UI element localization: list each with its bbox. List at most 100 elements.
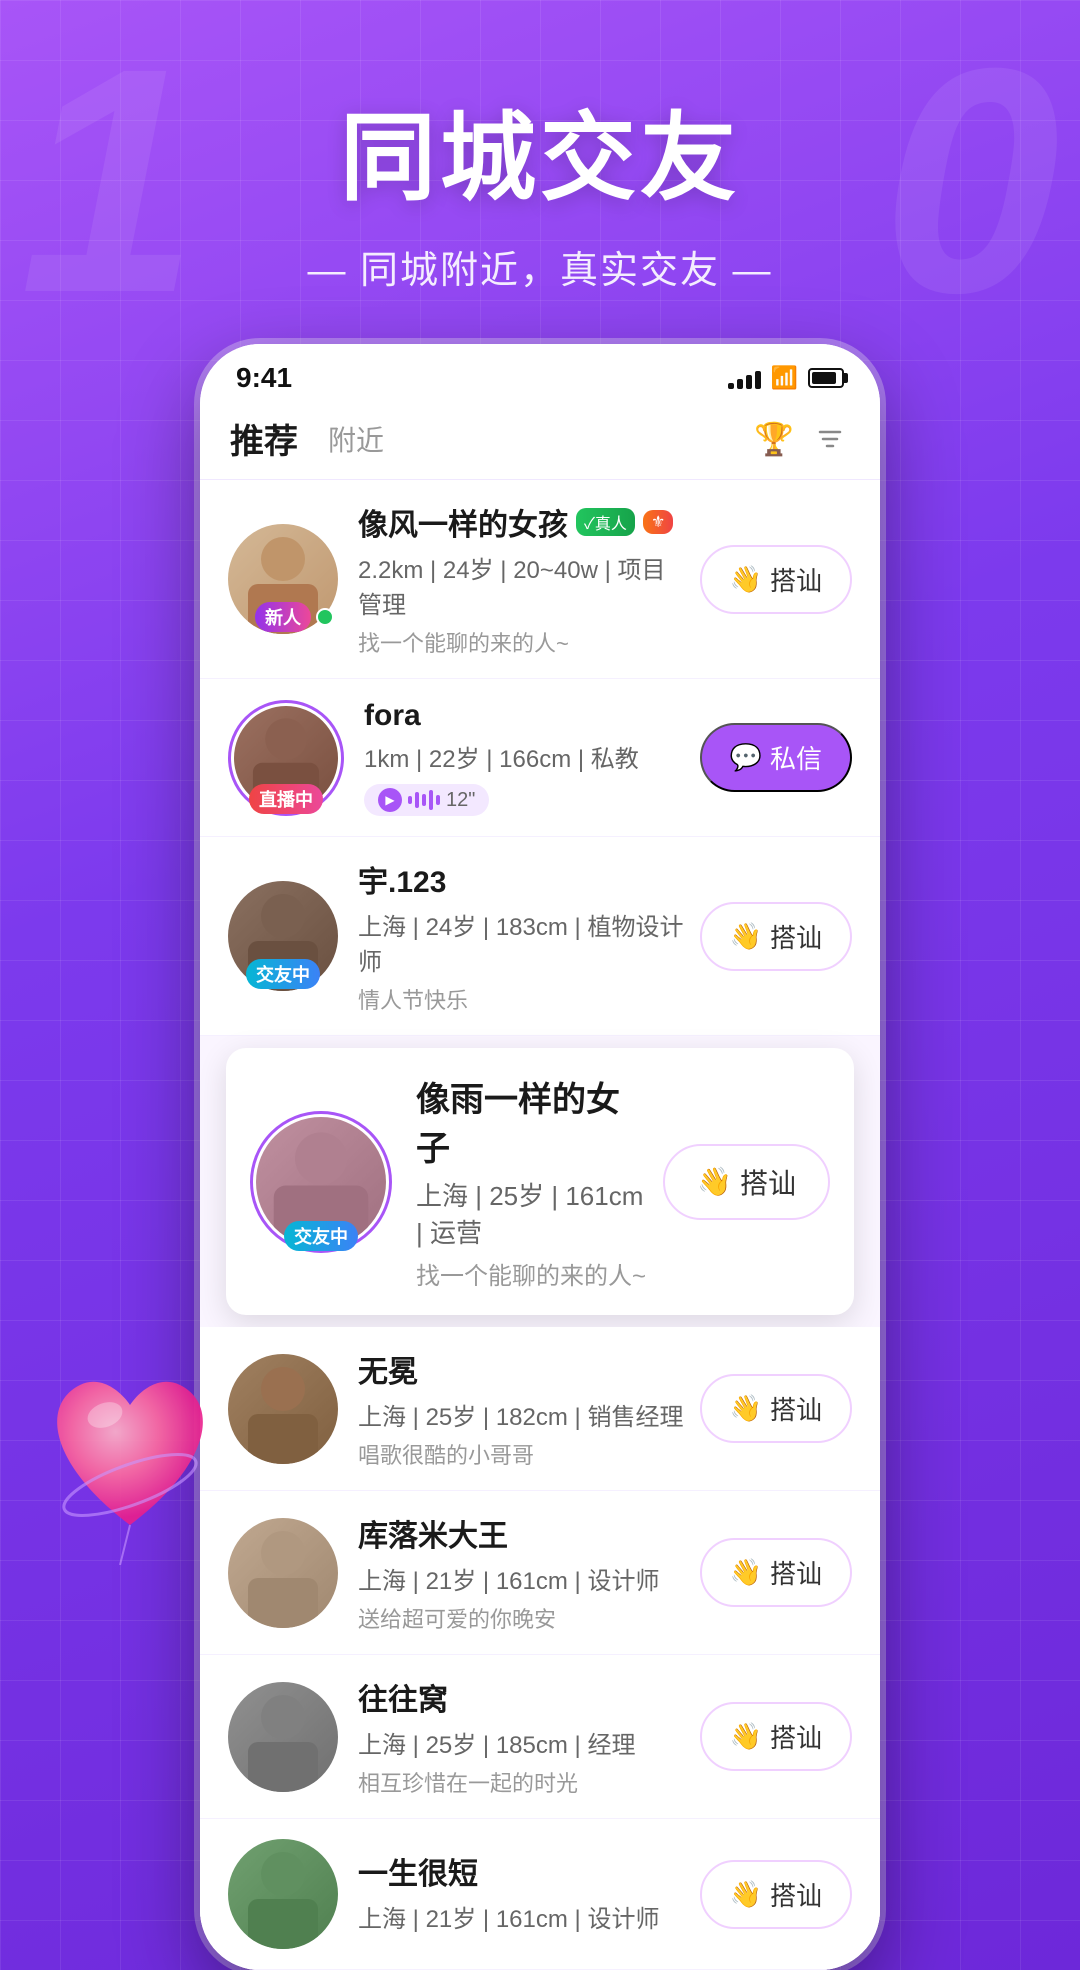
user-item-7[interactable]: 往往窝 上海 | 25岁 | 185cm | 经理 相互珍惜在一起的时光 👋 搭… bbox=[200, 1655, 880, 1819]
wave-emoji-6: 👋 bbox=[730, 1557, 762, 1588]
user-meta-3: 上海 | 24岁 | 183cm | 植物设计师 bbox=[358, 907, 688, 977]
header: 同城交友 — 同城附近，真实交友 — bbox=[0, 0, 1080, 294]
action-btn-3[interactable]: 👋 搭讪 bbox=[700, 902, 852, 971]
avatar-wrap-8 bbox=[228, 1839, 338, 1949]
user-meta-4: 上海 | 25岁 | 161cm | 运营 bbox=[416, 1176, 651, 1250]
action-btn-7[interactable]: 👋 搭讪 bbox=[700, 1702, 852, 1771]
user-info-1: 像风一样的女孩 ✓真人 ⚜ 2.2km | 24岁 | 20~40w | 项目管… bbox=[358, 500, 688, 658]
nav-icons: 🏆 bbox=[754, 419, 850, 459]
avatar-5 bbox=[228, 1354, 338, 1464]
vbar-4 bbox=[429, 790, 433, 810]
filter-icon[interactable] bbox=[810, 419, 850, 459]
avatar-badge-4: 交友中 bbox=[284, 1221, 358, 1251]
highlighted-card-4[interactable]: 交友中 像雨一样的女子 上海 | 25岁 | 161cm | 运营 找一个能聊的… bbox=[226, 1048, 854, 1315]
voice-time-2: 12" bbox=[446, 789, 475, 812]
user-info-7: 往往窝 上海 | 25岁 | 185cm | 经理 相互珍惜在一起的时光 bbox=[358, 1675, 688, 1798]
user-item-8[interactable]: 一生很短 上海 | 21岁 | 161cm | 设计师 👋 搭讪 bbox=[200, 1819, 880, 1970]
action-btn-4[interactable]: 👋 搭讪 bbox=[663, 1144, 830, 1220]
wave-emoji-5: 👋 bbox=[730, 1393, 762, 1424]
user-name-7: 往往窝 bbox=[358, 1675, 448, 1719]
wave-emoji-1: 👋 bbox=[730, 564, 762, 595]
wave-emoji-3: 👋 bbox=[730, 921, 762, 952]
action-btn-5[interactable]: 👋 搭讪 bbox=[700, 1374, 852, 1443]
avatar-wrap-2: 直播中 bbox=[228, 700, 344, 816]
user-item-2[interactable]: 直播中 fora 1km | 22岁 | 166cm | 私教 ▶ bbox=[200, 679, 880, 837]
user-name-3: 宇.123 bbox=[358, 857, 446, 901]
avatar-badge-3: 交友中 bbox=[246, 959, 320, 989]
signal-bars-icon bbox=[728, 367, 761, 389]
vbar-5 bbox=[436, 795, 440, 805]
wave-label-1: 搭讪 bbox=[770, 561, 822, 598]
phone-mockup: 9:41 📶 推荐 附近 🏆 bbox=[200, 344, 880, 1970]
wave-button-4[interactable]: 👋 搭讪 bbox=[663, 1144, 830, 1220]
user-item[interactable]: 新人 像风一样的女孩 ✓真人 ⚜ 2.2km | 24岁 | 20~40w | … bbox=[200, 480, 880, 679]
wifi-icon: 📶 bbox=[771, 365, 798, 391]
user-item-5[interactable]: 无冕 上海 | 25岁 | 182cm | 销售经理 唱歌很酷的小哥哥 👋 搭讪 bbox=[200, 1327, 880, 1491]
action-btn-1[interactable]: 👋 搭讪 bbox=[700, 545, 852, 614]
nav-tabs: 推荐 附近 🏆 bbox=[200, 404, 880, 480]
user-item-6[interactable]: 库落米大王 上海 | 21岁 | 161cm | 设计师 送给超可爱的你晚安 👋… bbox=[200, 1491, 880, 1655]
signal-bar-3 bbox=[746, 375, 752, 389]
user-meta-7: 上海 | 25岁 | 185cm | 经理 bbox=[358, 1725, 688, 1760]
status-icons: 📶 bbox=[728, 365, 844, 391]
user-status-6: 送给超可爱的你晚安 bbox=[358, 1602, 688, 1634]
wave-emoji-7: 👋 bbox=[730, 1721, 762, 1752]
wave-button-6[interactable]: 👋 搭讪 bbox=[700, 1538, 852, 1607]
wave-label-4: 搭讪 bbox=[740, 1162, 796, 1202]
user-name-row-1: 像风一样的女孩 ✓真人 ⚜ bbox=[358, 500, 688, 544]
wave-label-7: 搭讪 bbox=[770, 1718, 822, 1755]
wave-button-5[interactable]: 👋 搭讪 bbox=[700, 1374, 852, 1443]
user-status-1: 找一个能聊的来的人~ bbox=[358, 626, 688, 658]
user-name-row-5: 无冕 bbox=[358, 1347, 688, 1391]
user-name-row-6: 库落米大王 bbox=[358, 1511, 688, 1555]
user-info-3: 宇.123 上海 | 24岁 | 183cm | 植物设计师 情人节快乐 bbox=[358, 857, 688, 1015]
signal-bar-1 bbox=[728, 383, 734, 389]
wave-button-3[interactable]: 👋 搭讪 bbox=[700, 902, 852, 971]
user-item-3[interactable]: 交友中 宇.123 上海 | 24岁 | 183cm | 植物设计师 情人节快乐… bbox=[200, 837, 880, 1036]
wave-button-1[interactable]: 👋 搭讪 bbox=[700, 545, 852, 614]
avatar-wrap-7 bbox=[228, 1682, 338, 1792]
tab-recommended[interactable]: 推荐 bbox=[230, 414, 298, 463]
user-name-row-7: 往往窝 bbox=[358, 1675, 688, 1719]
user-info-6: 库落米大王 上海 | 21岁 | 161cm | 设计师 送给超可爱的你晚安 bbox=[358, 1511, 688, 1634]
voice-bars-2 bbox=[408, 790, 440, 810]
action-btn-8[interactable]: 👋 搭讪 bbox=[700, 1860, 852, 1929]
avatar-badge-1: 新人 bbox=[255, 602, 311, 632]
user-meta-6: 上海 | 21岁 | 161cm | 设计师 bbox=[358, 1561, 688, 1596]
user-status-5: 唱歌很酷的小哥哥 bbox=[358, 1438, 688, 1470]
wave-button-7[interactable]: 👋 搭讪 bbox=[700, 1702, 852, 1771]
wave-label-3: 搭讪 bbox=[770, 918, 822, 955]
user-meta-1: 2.2km | 24岁 | 20~40w | 项目管理 bbox=[358, 550, 688, 620]
action-btn-6[interactable]: 👋 搭讪 bbox=[700, 1538, 852, 1607]
action-btn-2[interactable]: 💬 私信 bbox=[700, 723, 852, 792]
msg-button-2[interactable]: 💬 私信 bbox=[700, 723, 852, 792]
tab-nearby[interactable]: 附近 bbox=[328, 419, 384, 459]
user-name-row-3: 宇.123 bbox=[358, 857, 688, 901]
wave-label-6: 搭讪 bbox=[770, 1554, 822, 1591]
signal-bar-4 bbox=[755, 371, 761, 389]
user-info-8: 一生很短 上海 | 21岁 | 161cm | 设计师 bbox=[358, 1849, 688, 1940]
wave-button-8[interactable]: 👋 搭讪 bbox=[700, 1860, 852, 1929]
subtitle: — 同城附近，真实交友 — bbox=[0, 239, 1080, 294]
avatar-wrap-3: 交友中 bbox=[228, 881, 338, 991]
balloon-svg bbox=[30, 1345, 230, 1565]
user-name-4: 像雨一样的女子 bbox=[416, 1072, 651, 1170]
avatar-wrap-4: 交友中 bbox=[250, 1111, 392, 1253]
user-name-row-8: 一生很短 bbox=[358, 1849, 688, 1893]
msg-emoji-2: 💬 bbox=[730, 742, 762, 773]
user-name-1: 像风一样的女孩 bbox=[358, 500, 568, 544]
msg-label-2: 私信 bbox=[770, 739, 822, 776]
avatar-7 bbox=[228, 1682, 338, 1792]
user-meta-5: 上海 | 25岁 | 182cm | 销售经理 bbox=[358, 1397, 688, 1432]
status-bar: 9:41 📶 bbox=[200, 344, 880, 404]
user-status-4: 找一个能聊的来的人~ bbox=[416, 1256, 651, 1291]
avatar-6 bbox=[228, 1518, 338, 1628]
wave-label-8: 搭讪 bbox=[770, 1876, 822, 1913]
vbar-1 bbox=[408, 796, 412, 804]
user-name-8: 一生很短 bbox=[358, 1849, 478, 1893]
trophy-icon[interactable]: 🏆 bbox=[754, 419, 794, 459]
user-status-7: 相互珍惜在一起的时光 bbox=[358, 1766, 688, 1798]
user-name-2: fora bbox=[364, 699, 421, 733]
play-button-2[interactable]: ▶ bbox=[378, 788, 402, 812]
voice-note-2: ▶ 12" bbox=[364, 784, 489, 816]
